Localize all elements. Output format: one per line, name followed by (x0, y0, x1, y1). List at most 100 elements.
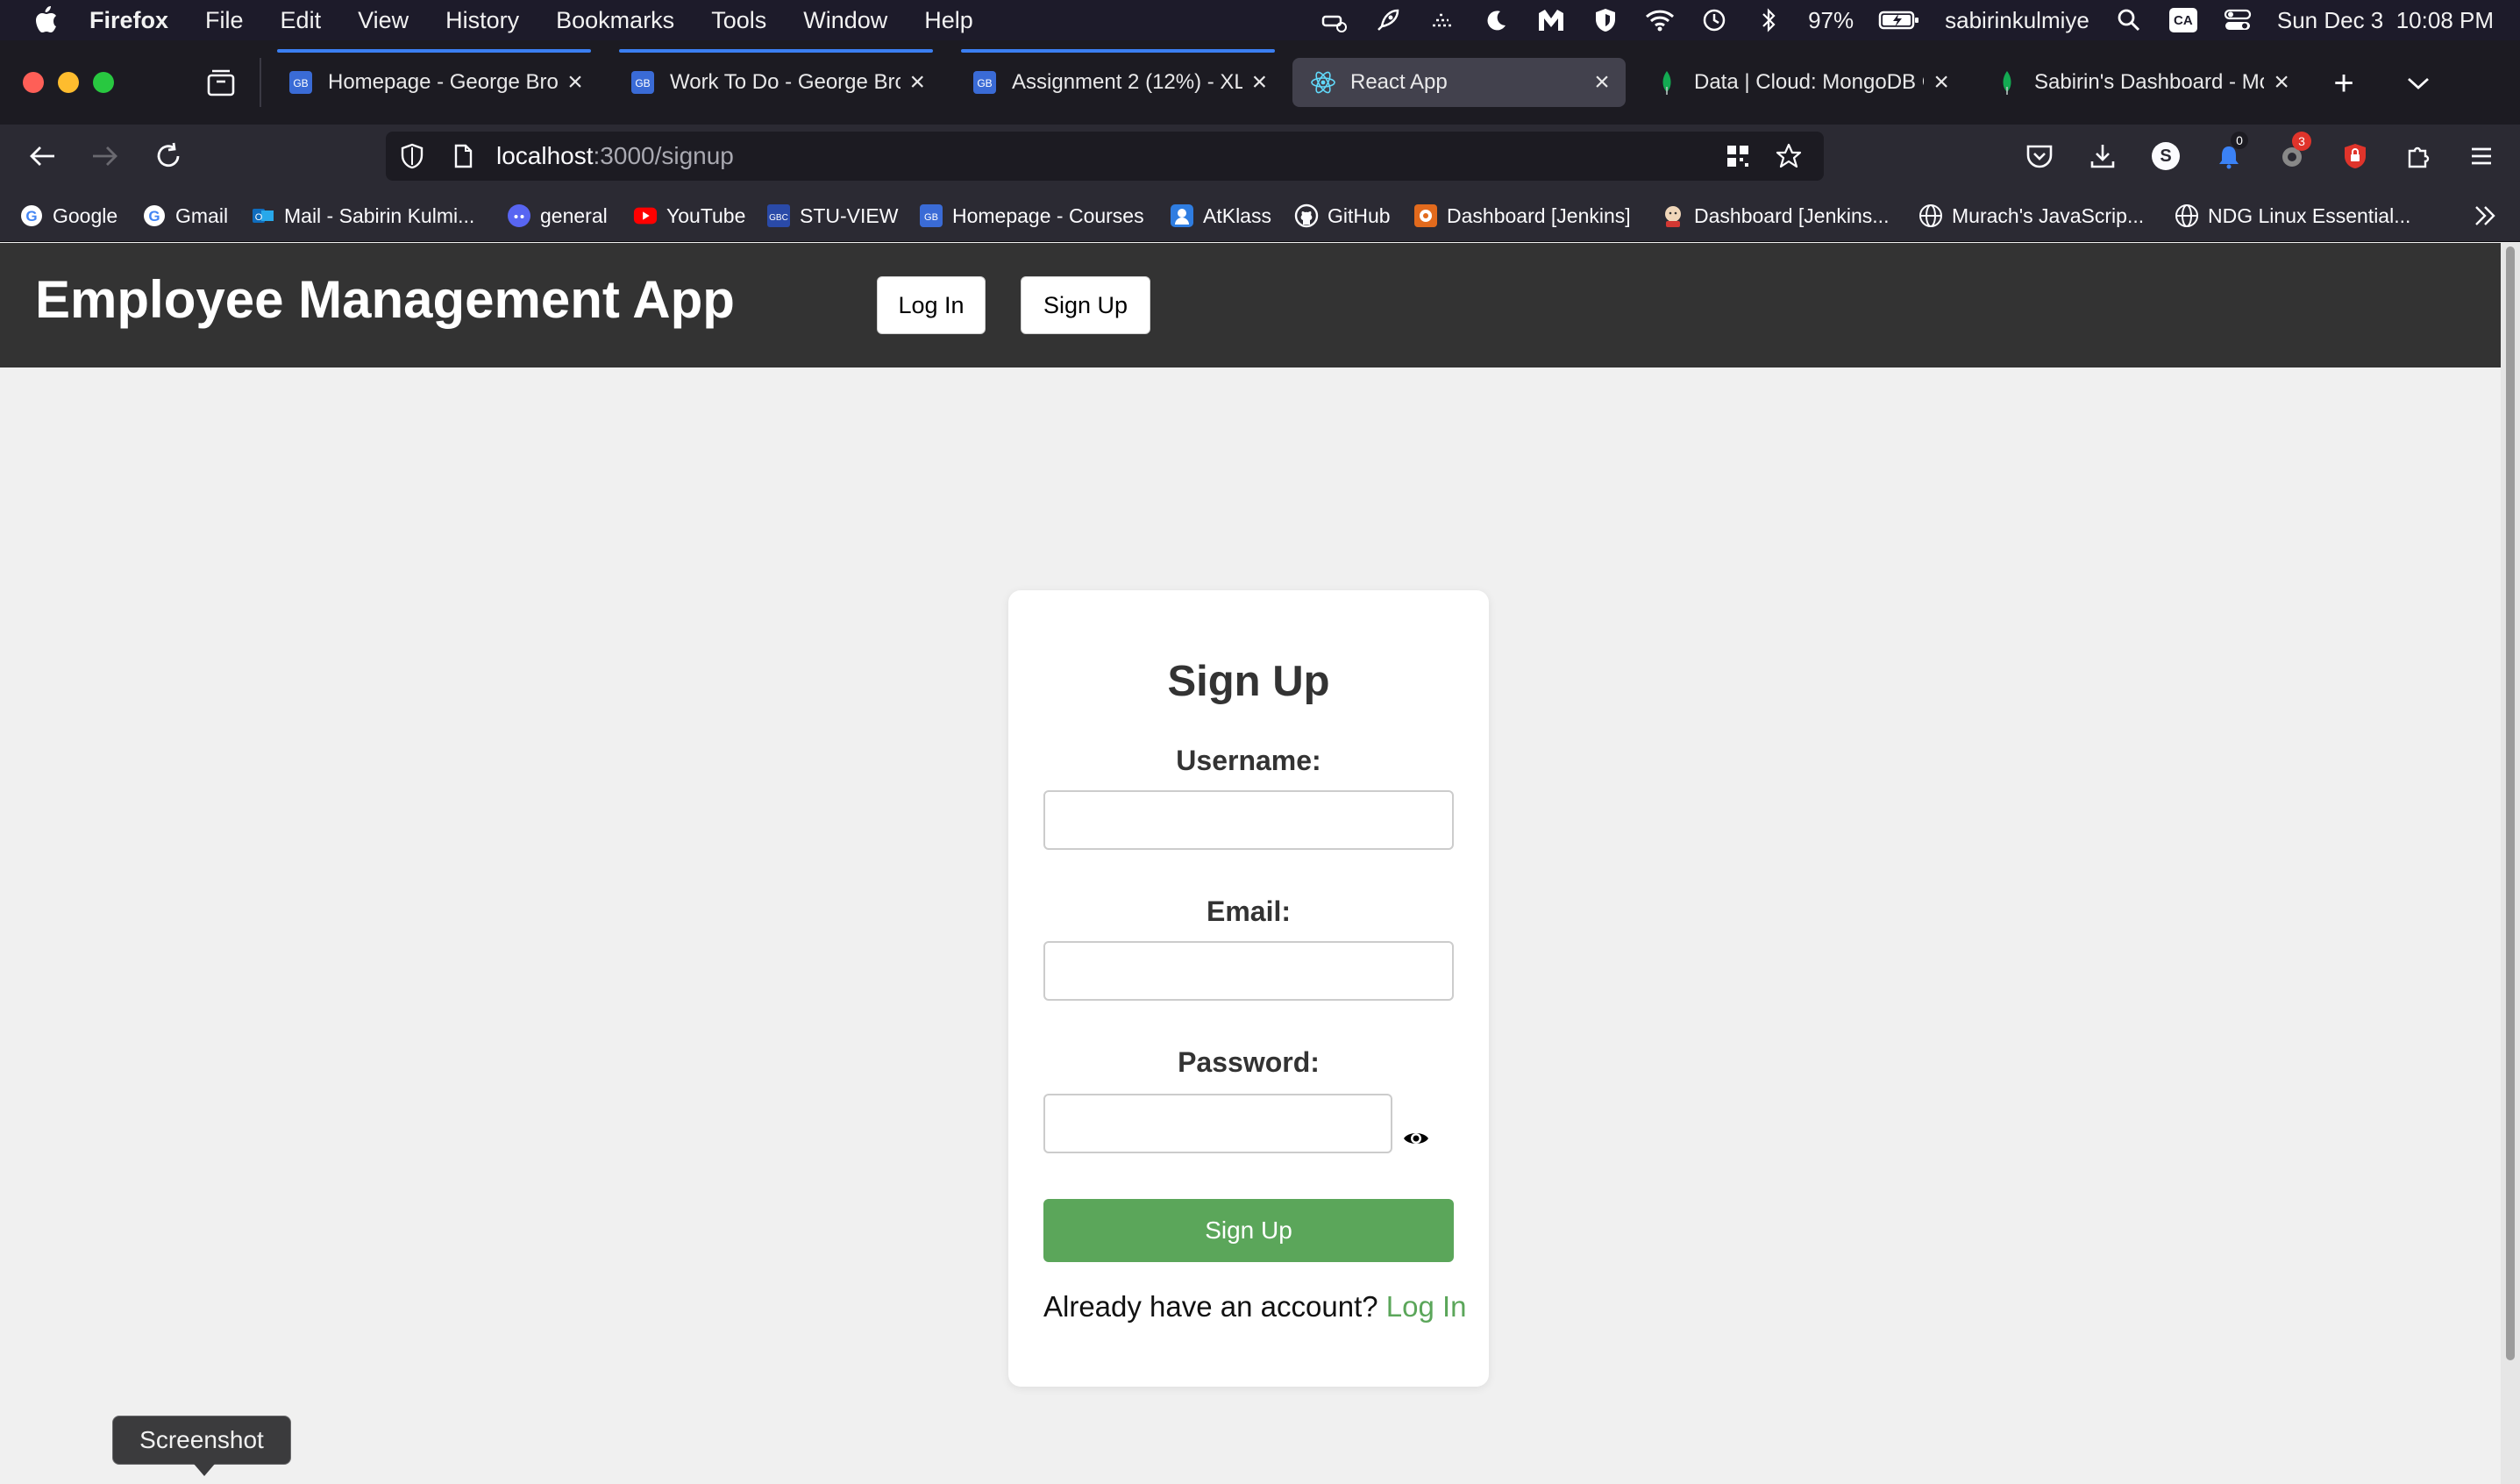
vpn-shield-icon[interactable] (1591, 5, 1620, 35)
bookmark-star-icon[interactable] (1775, 142, 1803, 170)
menu-help[interactable]: Help (924, 7, 973, 34)
bookmark-github[interactable]: GitHub (1294, 200, 1391, 232)
firefox-view-icon[interactable] (203, 67, 238, 98)
globe-icon (1918, 203, 1943, 228)
time-machine-icon[interactable] (1699, 5, 1729, 35)
extension-badge: 3 (2292, 132, 2311, 151)
tab-close-icon[interactable]: × (563, 68, 587, 96)
menu-bookmarks[interactable]: Bookmarks (556, 7, 674, 34)
tab-close-icon[interactable]: × (2269, 68, 2294, 96)
list-all-tabs-chevron-icon[interactable] (2401, 65, 2436, 102)
tracking-protection-shield-icon[interactable] (398, 142, 426, 170)
email-input[interactable] (1043, 941, 1454, 1001)
weather-icon[interactable] (1427, 5, 1457, 35)
back-arrow-icon[interactable] (25, 139, 60, 174)
account-avatar-icon[interactable]: S (2148, 139, 2183, 174)
svg-text:GB: GB (924, 212, 938, 223)
menu-file[interactable]: File (205, 7, 244, 34)
control-center-icon[interactable] (2223, 5, 2253, 35)
tab-close-icon[interactable]: × (1929, 68, 1954, 96)
login-nav-button[interactable]: Log In (877, 276, 986, 334)
tab-sabirins-dashboard[interactable]: Sabirin's Dashboard - Mon × (1976, 58, 2304, 107)
forward-arrow-icon[interactable] (88, 139, 123, 174)
battery-icon[interactable] (1878, 5, 1920, 35)
signup-nav-button[interactable]: Sign Up (1021, 276, 1150, 334)
password-input[interactable] (1043, 1094, 1392, 1153)
username-input[interactable] (1043, 790, 1454, 850)
extensions-puzzle-icon[interactable] (2401, 139, 2436, 174)
tab-loading-indicator (619, 49, 933, 53)
battery-percentage: 97% (1808, 6, 1854, 33)
menu-window[interactable]: Window (803, 7, 887, 34)
login-prompt-text: Already have an account? (1043, 1290, 1378, 1323)
signup-submit-button[interactable]: Sign Up (1043, 1199, 1454, 1262)
window-close-button[interactable] (23, 72, 44, 93)
tab-loading-indicator (277, 49, 591, 53)
login-link[interactable]: Log In (1386, 1290, 1467, 1323)
page-info-icon[interactable] (449, 142, 477, 170)
bookmark-ndg-linux[interactable]: NDG Linux Essential... (2175, 200, 2410, 232)
menubar-clock[interactable]: Sun Dec 3 10:08 PM (2277, 7, 2494, 34)
reload-icon[interactable] (151, 139, 186, 174)
tab-mongodb-data[interactable]: Data | Cloud: MongoDB Cl × (1636, 58, 1964, 107)
bookmark-label: Mail - Sabirin Kulmi... (284, 203, 475, 227)
window-minimize-button[interactable] (58, 72, 79, 93)
menu-history[interactable]: History (445, 7, 519, 34)
tab-close-icon[interactable]: × (1589, 68, 1615, 96)
tab-react-app[interactable]: React App × (1292, 58, 1626, 107)
scrollbar-thumb[interactable] (2506, 246, 2515, 1360)
menu-tools[interactable]: Tools (711, 7, 766, 34)
moon-icon[interactable] (1482, 5, 1512, 35)
tab-work-to-do[interactable]: GB Work To Do - George Brow × (612, 49, 940, 107)
input-source-label: CA (2168, 8, 2197, 32)
bookmark-google[interactable]: G Google (19, 200, 117, 232)
bookmark-gmail[interactable]: G Gmail (142, 200, 228, 232)
bookmark-jenkins-dashboard[interactable]: Dashboard [Jenkins] (1413, 200, 1631, 232)
menu-app-firefox[interactable]: Firefox (89, 7, 168, 34)
bookmark-murachs-javascript[interactable]: Murach's JavaScrip... (1918, 200, 2144, 232)
tab-title: Sabirin's Dashboard - Mon (2034, 70, 2265, 94)
wifi-icon[interactable] (1645, 5, 1675, 35)
app-menu-hamburger-icon[interactable] (2464, 139, 2499, 174)
apple-logo-icon[interactable] (30, 4, 61, 36)
bluetooth-icon[interactable] (1754, 5, 1783, 35)
show-password-eye-icon[interactable] (1401, 1124, 1431, 1153)
url-text[interactable]: localhost:3000/signup (496, 142, 734, 170)
tab-assignment-2[interactable]: GB Assignment 2 (12%) - XLIS × (954, 49, 1282, 107)
tab-divider (260, 58, 261, 107)
bookmark-youtube[interactable]: YouTube (633, 200, 745, 232)
downloads-icon[interactable] (2085, 139, 2120, 174)
tab-close-icon[interactable]: × (906, 68, 929, 96)
input-source-icon[interactable]: CA (2168, 5, 2198, 35)
bookmark-label: general (540, 203, 608, 227)
bookmark-jenkins-dashboard-2[interactable]: Dashboard [Jenkins... (1661, 200, 1889, 232)
bookmark-label: Gmail (175, 203, 229, 227)
svg-text:G: G (25, 208, 37, 225)
spotlight-search-icon[interactable] (2114, 5, 2144, 35)
extension-with-badge-icon[interactable]: 3 (2274, 132, 2311, 174)
react-icon (1310, 69, 1336, 96)
notification-extension-icon[interactable]: 0 (2211, 132, 2248, 174)
bookmark-homepage-courses[interactable]: GB Homepage - Courses (919, 200, 1144, 232)
bookmark-outlook-mail[interactable]: O Mail - Sabirin Kulmi... (251, 200, 474, 232)
rocket-icon[interactable] (1373, 5, 1403, 35)
window-zoom-button[interactable] (93, 72, 114, 93)
address-bar[interactable]: localhost:3000/signup (386, 132, 1824, 181)
page-scrollbar[interactable] (2501, 243, 2520, 1484)
menubar-username[interactable]: sabirinkulmiye (1945, 7, 2089, 34)
menu-edit[interactable]: Edit (281, 7, 322, 34)
bookmark-stu-view[interactable]: GBC STU-VIEW (766, 200, 898, 232)
new-tab-plus-icon[interactable]: + (2325, 64, 2362, 103)
tab-homepage-gbc[interactable]: GB Homepage - George Brow × (270, 49, 598, 107)
malwarebytes-icon[interactable] (1536, 5, 1566, 35)
menu-view[interactable]: View (358, 7, 409, 34)
bookmarks-overflow-chevron-icon[interactable] (2473, 200, 2497, 232)
bookmark-discord-general[interactable]: general (507, 200, 608, 232)
pocket-icon[interactable] (2022, 139, 2057, 174)
qr-code-icon[interactable] (1724, 142, 1752, 170)
bookmark-atklass[interactable]: AtKlass (1170, 200, 1271, 232)
tab-close-icon[interactable]: × (1248, 68, 1271, 96)
docker-icon[interactable] (1319, 5, 1349, 35)
bookmark-label: Google (53, 203, 118, 227)
password-manager-lock-icon[interactable] (2338, 139, 2373, 174)
